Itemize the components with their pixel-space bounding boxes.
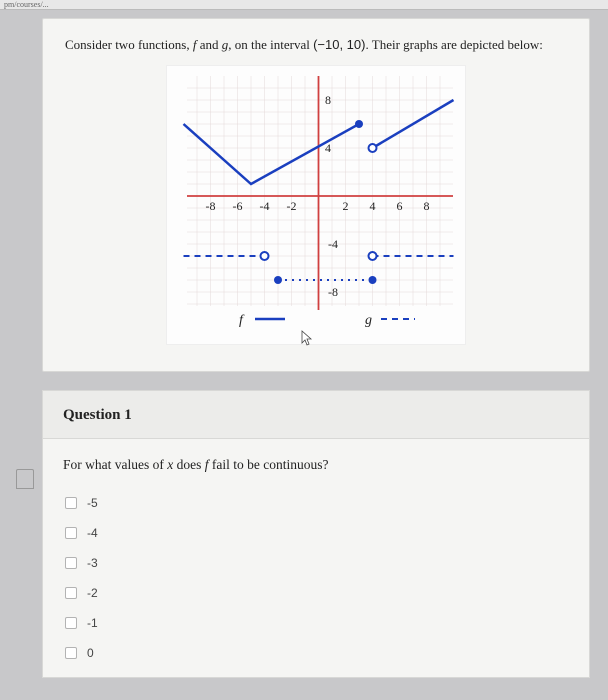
option-row[interactable]: -5: [63, 489, 569, 517]
text: . Their graphs are depicted below:: [365, 37, 542, 52]
question-card: Question 1 For what values of x does f f…: [42, 390, 590, 678]
option-label: -1: [87, 616, 98, 630]
interval: (−10, 10): [313, 37, 365, 52]
checkbox-icon[interactable]: [65, 497, 77, 509]
ytick: 8: [325, 93, 331, 107]
text: For what values of: [63, 457, 167, 472]
ytick: -8: [328, 285, 338, 299]
functions-chart: -8 -6 -4 -2 2 4 6 8 8 4 -4 -8: [166, 65, 466, 345]
text: fail to be continuous?: [209, 457, 329, 472]
option-label: 0: [87, 646, 94, 660]
ytick: -4: [328, 237, 338, 251]
option-label: -2: [87, 586, 98, 600]
text: , on the interval: [228, 37, 313, 52]
browser-url-fragment: pm/courses/...: [0, 0, 608, 10]
xtick: 8: [424, 199, 430, 213]
checkbox-icon[interactable]: [65, 527, 77, 539]
option-row[interactable]: -2: [63, 579, 569, 607]
checkbox-icon[interactable]: [65, 557, 77, 569]
option-label: -3: [87, 556, 98, 570]
checkbox-icon[interactable]: [65, 587, 77, 599]
xtick: -8: [206, 199, 216, 213]
option-row[interactable]: 0: [63, 639, 569, 667]
question-title: Question 1: [43, 391, 589, 439]
xtick: 6: [397, 199, 403, 213]
question-prompt: For what values of x does f fail to be c…: [63, 457, 569, 473]
xtick: -6: [233, 199, 243, 213]
answer-options: -5 -4 -3 -2 -1 0: [63, 489, 569, 667]
text: does: [173, 457, 205, 472]
option-row[interactable]: -1: [63, 609, 569, 637]
checkbox-icon[interactable]: [65, 647, 77, 659]
text: Consider two functions,: [65, 37, 193, 52]
option-row[interactable]: -4: [63, 519, 569, 547]
option-label: -4: [87, 526, 98, 540]
option-label: -5: [87, 496, 98, 510]
xtick: -4: [260, 199, 270, 213]
xtick: 4: [370, 199, 376, 213]
option-row[interactable]: -3: [63, 549, 569, 577]
problem-statement-card: Consider two functions, f and g , on the …: [42, 18, 590, 372]
page-tab-icon: [16, 469, 34, 489]
legend-g-label: g: [365, 313, 372, 328]
cursor-icon: [302, 331, 311, 345]
xtick: 2: [343, 199, 349, 213]
problem-statement: Consider two functions, f and g, on the …: [65, 37, 567, 53]
xtick: -2: [287, 199, 297, 213]
checkbox-icon[interactable]: [65, 617, 77, 629]
legend-f-label: f: [239, 313, 245, 328]
text: and: [196, 37, 221, 52]
chart-container: -8 -6 -4 -2 2 4 6 8 8 4 -4 -8: [65, 65, 567, 345]
